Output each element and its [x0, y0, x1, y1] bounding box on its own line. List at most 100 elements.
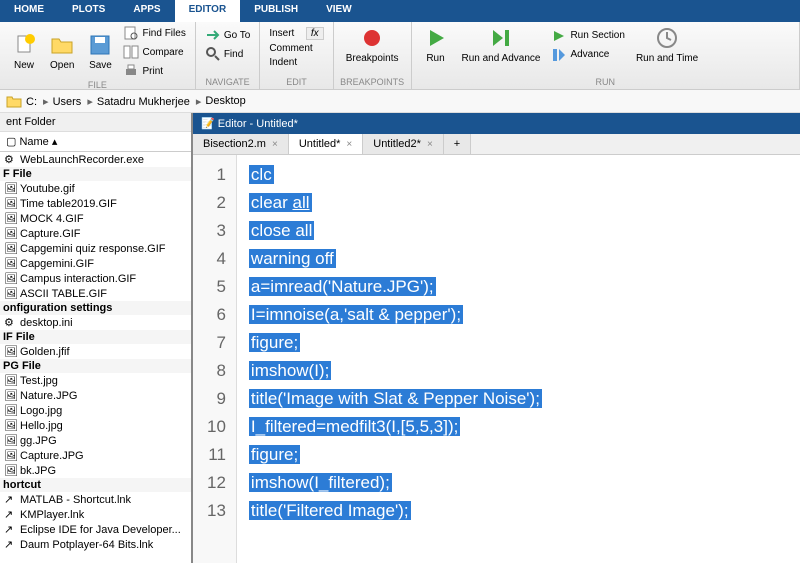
breadcrumb-seg[interactable]: C:	[26, 95, 49, 108]
file-name: WebLaunchRecorder.exe	[20, 154, 144, 166]
file-icon: 🖼	[4, 449, 17, 462]
save-icon	[88, 33, 112, 57]
folder-item[interactable]: ⚙desktop.ini	[0, 315, 191, 330]
folder-section-header: F File	[0, 167, 191, 181]
folder-item[interactable]: ↗Daum Potplayer-64 Bits.lnk	[0, 537, 191, 552]
ribbon-group-run: Run Run and Advance Run Section Advance …	[412, 22, 800, 89]
insert-button[interactable]: Insert fx	[266, 26, 326, 41]
editor-tab[interactable]: Untitled2*×	[363, 134, 444, 154]
tab-home[interactable]: HOME	[0, 0, 58, 22]
breadcrumb-seg[interactable]: Desktop	[205, 95, 248, 107]
new-tab-button[interactable]: +	[444, 134, 471, 154]
editor-tab[interactable]: Untitled*×	[289, 134, 363, 154]
file-icon: ↗	[4, 523, 17, 536]
indent-button[interactable]: Indent	[266, 56, 326, 69]
run-time-button[interactable]: Run and Time	[630, 24, 704, 66]
breadcrumb-seg[interactable]: Satadru Mukherjee	[97, 95, 202, 108]
code-area[interactable]: 12345678910111213 clcclear allclose allw…	[193, 155, 800, 563]
run-section-button[interactable]: Run Section	[548, 27, 627, 45]
editor-title: 📝 Editor - Untitled*	[193, 113, 800, 134]
folder-item[interactable]: 🖼MOCK 4.GIF	[0, 211, 191, 226]
code-line[interactable]: I=imnoise(a,'salt & pepper');	[249, 301, 788, 329]
open-button[interactable]: Open	[44, 31, 80, 73]
folder-item[interactable]: 🖼gg.JPG	[0, 433, 191, 448]
folder-item[interactable]: 🖼Youtube.gif	[0, 181, 191, 196]
find-files-button[interactable]: Find Files	[120, 24, 188, 42]
file-name: Nature.JPG	[20, 390, 77, 402]
tab-editor[interactable]: EDITOR	[175, 0, 241, 22]
folder-item[interactable]: 🖼Campus interaction.GIF	[0, 271, 191, 286]
code-line[interactable]: clear all	[249, 189, 788, 217]
file-icon: 🖼	[4, 182, 17, 195]
ribbon-group-file: New Open Save Find Files Compare Print F…	[0, 22, 196, 89]
breakpoints-button[interactable]: Breakpoints	[340, 24, 405, 66]
file-icon: 🖼	[4, 272, 17, 285]
folder-item[interactable]: 🖼bk.JPG	[0, 463, 191, 478]
folder-item[interactable]: 🖼Hello.jpg	[0, 418, 191, 433]
code-line[interactable]: warning off	[249, 245, 788, 273]
code-line[interactable]: imshow(I_filtered);	[249, 469, 788, 497]
folder-item[interactable]: 🖼Capgemini quiz response.GIF	[0, 241, 191, 256]
folder-item[interactable]: 🖼Golden.jfif	[0, 344, 191, 359]
folder-item[interactable]: ↗KMPlayer.lnk	[0, 507, 191, 522]
close-icon[interactable]: ×	[346, 139, 352, 150]
editor-tab[interactable]: Bisection2.m×	[193, 134, 289, 154]
code-line[interactable]: figure;	[249, 441, 788, 469]
code-line[interactable]: close all	[249, 217, 788, 245]
folder-item[interactable]: 🖼Test.jpg	[0, 373, 191, 388]
folder-item[interactable]: 🖼Capture.GIF	[0, 226, 191, 241]
file-icon: 🖼	[4, 212, 17, 225]
tab-apps[interactable]: APPS	[119, 0, 174, 22]
code-line[interactable]: figure;	[249, 329, 788, 357]
file-icon: ↗	[4, 538, 17, 551]
folder-nav-icon[interactable]	[6, 93, 22, 109]
folder-item[interactable]: 🖼Nature.JPG	[0, 388, 191, 403]
folder-item[interactable]: ↗Eclipse IDE for Java Developer...	[0, 522, 191, 537]
comment-button[interactable]: Comment	[266, 42, 326, 55]
folder-item[interactable]: 🖼Capgemini.GIF	[0, 256, 191, 271]
advance-button[interactable]: Advance	[548, 46, 627, 64]
ribbon-group-edit: Insert fx Comment Indent EDIT	[260, 22, 333, 89]
tab-view[interactable]: VIEW	[312, 0, 366, 22]
folder-list[interactable]: ⚙WebLaunchRecorder.exeF File🖼Youtube.gif…	[0, 152, 191, 563]
tab-plots[interactable]: PLOTS	[58, 0, 119, 22]
file-icon: 🖼	[4, 242, 17, 255]
code-content[interactable]: clcclear allclose allwarning offa=imread…	[237, 155, 800, 563]
new-button[interactable]: New	[6, 31, 42, 73]
file-name: Golden.jfif	[20, 346, 70, 358]
folder-item[interactable]: 🖼Logo.jpg	[0, 403, 191, 418]
folder-header[interactable]: ▢ Name ▴	[0, 132, 191, 152]
save-button[interactable]: Save	[82, 31, 118, 73]
run-button[interactable]: Run	[418, 24, 454, 66]
folder-item[interactable]: 🖼ASCII TABLE.GIF	[0, 286, 191, 301]
close-icon[interactable]: ×	[272, 139, 278, 150]
breadcrumb-seg[interactable]: Users	[53, 95, 93, 108]
code-line[interactable]: title('Image with Slat & Pepper Noise');	[249, 385, 788, 413]
code-line[interactable]: title('Filtered Image');	[249, 497, 788, 525]
goto-button[interactable]: Go To	[202, 26, 254, 44]
file-icon: 🖼	[4, 257, 17, 270]
main-tabbar: HOME PLOTS APPS EDITOR PUBLISH VIEW	[0, 0, 800, 22]
tab-publish[interactable]: PUBLISH	[240, 0, 312, 22]
folder-item[interactable]: 🖼Capture.JPG	[0, 448, 191, 463]
fx-icon[interactable]: fx	[306, 27, 324, 40]
code-line[interactable]: I_filtered=medfilt3(I,[5,5,3]);	[249, 413, 788, 441]
folder-item[interactable]: 🖼Time table2019.GIF	[0, 196, 191, 211]
code-line[interactable]: imshow(I);	[249, 357, 788, 385]
run-advance-button[interactable]: Run and Advance	[456, 24, 547, 66]
breadcrumb[interactable]: C: Users Satadru Mukherjee Desktop	[0, 90, 800, 113]
folder-item[interactable]: ↗MATLAB - Shortcut.lnk	[0, 492, 191, 507]
folder-item[interactable]: ⚙WebLaunchRecorder.exe	[0, 152, 191, 167]
file-icon: 🖼	[4, 197, 17, 210]
run-section-icon	[551, 28, 567, 44]
file-icon: 🖼	[4, 227, 17, 240]
folder-section-header: PG File	[0, 359, 191, 373]
code-line[interactable]: clc	[249, 161, 788, 189]
close-icon[interactable]: ×	[427, 139, 433, 150]
editor-panel: 📝 Editor - Untitled* Bisection2.m× Untit…	[193, 113, 800, 563]
code-line[interactable]: a=imread('Nature.JPG');	[249, 273, 788, 301]
print-button[interactable]: Print	[120, 62, 188, 80]
find-button[interactable]: Find	[202, 45, 254, 63]
folder-section-header: IF File	[0, 330, 191, 344]
compare-button[interactable]: Compare	[120, 43, 188, 61]
